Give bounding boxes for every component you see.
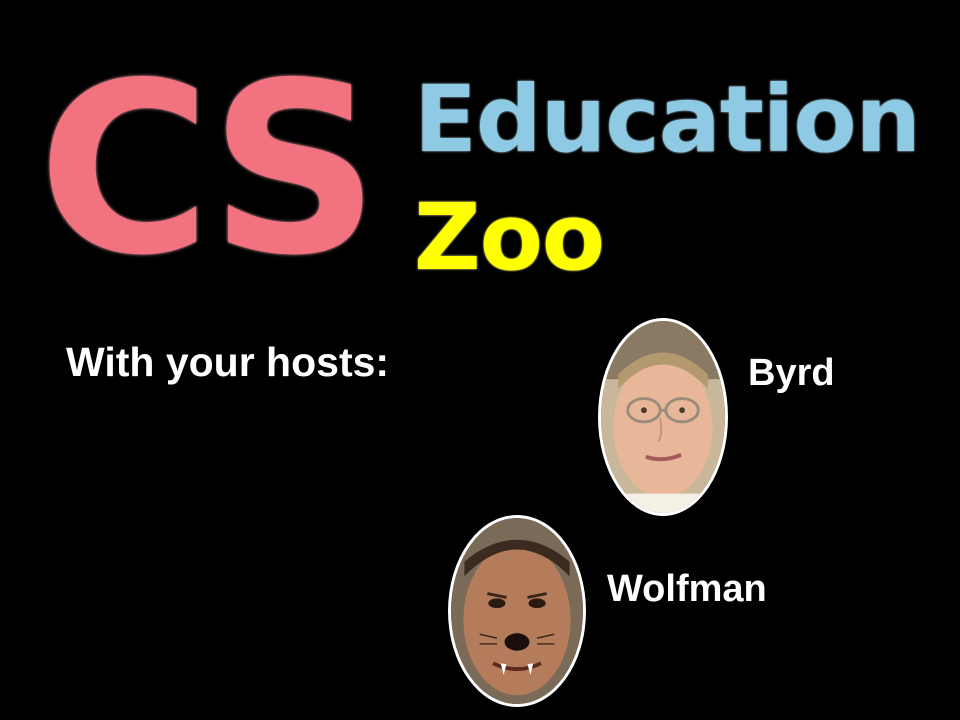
logo-cs-text: CS xyxy=(38,32,380,307)
logo-zoo-text: Zoo xyxy=(414,184,605,291)
host-portrait-byrd xyxy=(598,318,728,516)
byrd-face-image xyxy=(601,321,725,513)
title-slide: CS Education Zoo With your hosts: Byrd W… xyxy=(0,0,960,720)
wolfman-face-image xyxy=(451,518,583,704)
host-name-wolfman: Wolfman xyxy=(607,568,767,610)
host-name-byrd: Byrd xyxy=(748,352,835,394)
logo-education-text: Education xyxy=(414,66,921,173)
host-portrait-wolfman xyxy=(448,515,586,707)
hosts-heading: With your hosts: xyxy=(66,339,390,385)
